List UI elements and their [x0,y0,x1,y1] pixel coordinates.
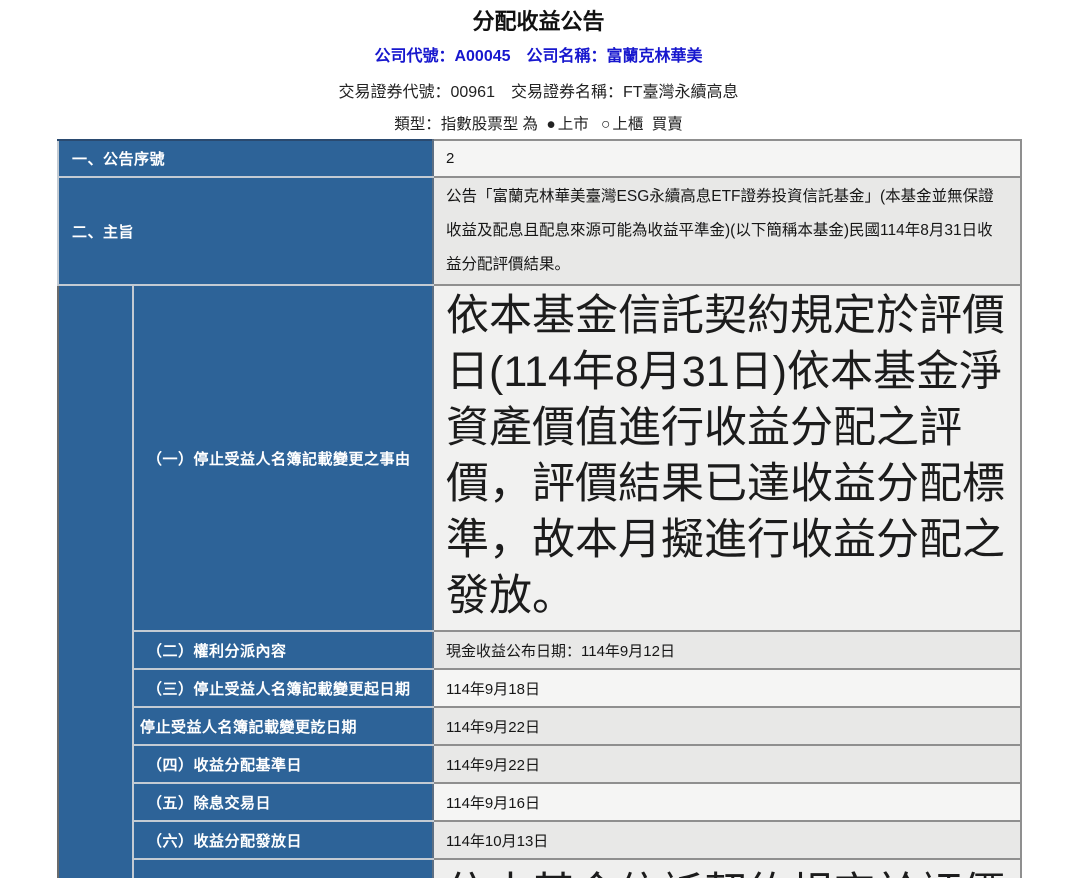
row-label-rights-content: （二）權利分派內容 [131,630,435,670]
table-row-record-date: （四）收益分配基準日 114年9月22日 [58,744,1023,784]
table-row-payment-date: （六）收益分配發放日 114年10月13日 [58,820,1023,860]
table-row-rights-content: （二）權利分派內容 現金收益公布日期：114年9月12日 [58,630,1023,670]
row-value-stop-transfer-reason: 依本基金信託契約規定於評價日(114年8月31日)依本基金淨資產價值進行收益分配… [432,284,1023,632]
radio-otc-label: 上櫃 [612,116,644,133]
row-label-ex-dividend-date: （五）除息交易日 [131,782,435,822]
row-value-ex-dividend-date: 114年9月16日 [432,782,1023,822]
security-line: 交易證券代號：00961 交易證券名稱：FT臺灣永續高息 [338,84,739,101]
radio-unselected-icon: ○ [601,116,611,133]
row-value-payment-date: 114年10月13日 [432,820,1023,860]
company-line: 公司代號：A00045 公司名稱：富蘭克林華美 [374,48,703,65]
type-line-suffix: 買賣 [651,116,683,133]
row-value-stop-transfer-end: 114年9月22日 [432,706,1023,746]
row-label-announce-no: 一、公告序號 [56,139,435,178]
table-row-subject: 二、主旨 公告「富蘭克林華美臺灣ESG永續高息ETF證券投資信託基金」(本基金並… [56,176,1023,286]
row-label-partial [131,858,435,878]
type-line-prefix: 類型：指數股票型 為 [394,116,539,133]
radio-listed-label: 上市 [557,116,589,133]
row-label-payment-date: （六）收益分配發放日 [131,820,435,860]
table-row-stop-transfer-reason: （一）停止受益人名簿記載變更之事由 依本基金信託契約規定於評價日(114年8月3… [57,284,1023,878]
row-value-rights-content: 現金收益公布日期：114年9月12日 [432,630,1023,670]
page-title: 分配收益公告 [472,9,605,34]
radio-listed[interactable]: ● 上市 [546,116,588,133]
section-spacer-cell [57,284,134,878]
table-row-partial: 依本基金信託契約規定於評價 [58,858,1023,878]
row-value-subject: 公告「富蘭克林華美臺灣ESG永續高息ETF證券投資信託基金」(本基金並無保證收益… [432,176,1023,286]
table-row-stop-transfer-end: 停止受益人名簿記載變更訖日期 114年9月22日 [58,706,1023,746]
row-label-stop-transfer-reason: （一）停止受益人名簿記載變更之事由 [131,284,435,632]
row-value-partial: 依本基金信託契約規定於評價 [432,858,1023,878]
table-row-stop-transfer-start: （三）停止受益人名簿記載變更起日期 114年9月18日 [58,668,1023,708]
announcement-table: 一、公告序號 2 二、主旨 公告「富蘭克林華美臺灣ESG永續高息ETF證券投資信… [56,139,1023,878]
radio-selected-icon: ● [546,116,556,133]
row-label-stop-transfer-start: （三）停止受益人名簿記載變更起日期 [131,668,435,708]
type-line: 類型：指數股票型 為 ● 上市 ○ 上櫃 買賣 [0,115,1077,134]
radio-otc[interactable]: ○ 上櫃 [601,116,643,133]
row-label-subject: 二、主旨 [56,176,435,286]
row-label-record-date: （四）收益分配基準日 [131,744,435,784]
row-value-stop-transfer-start: 114年9月18日 [432,668,1023,708]
announcement-header: 分配收益公告 公司代號：A00045 公司名稱：富蘭克林華美 交易證券代號：00… [0,0,1077,134]
row-value-record-date: 114年9月22日 [432,744,1023,784]
table-row-ex-dividend-date: （五）除息交易日 114年9月16日 [58,782,1023,822]
distribution-announcement-page: 分配收益公告 公司代號：A00045 公司名稱：富蘭克林華美 交易證券代號：00… [0,0,1077,878]
row-value-announce-no: 2 [432,139,1023,178]
table-row-announce-no: 一、公告序號 2 [56,139,1023,178]
row-label-stop-transfer-end: 停止受益人名簿記載變更訖日期 [131,706,435,746]
